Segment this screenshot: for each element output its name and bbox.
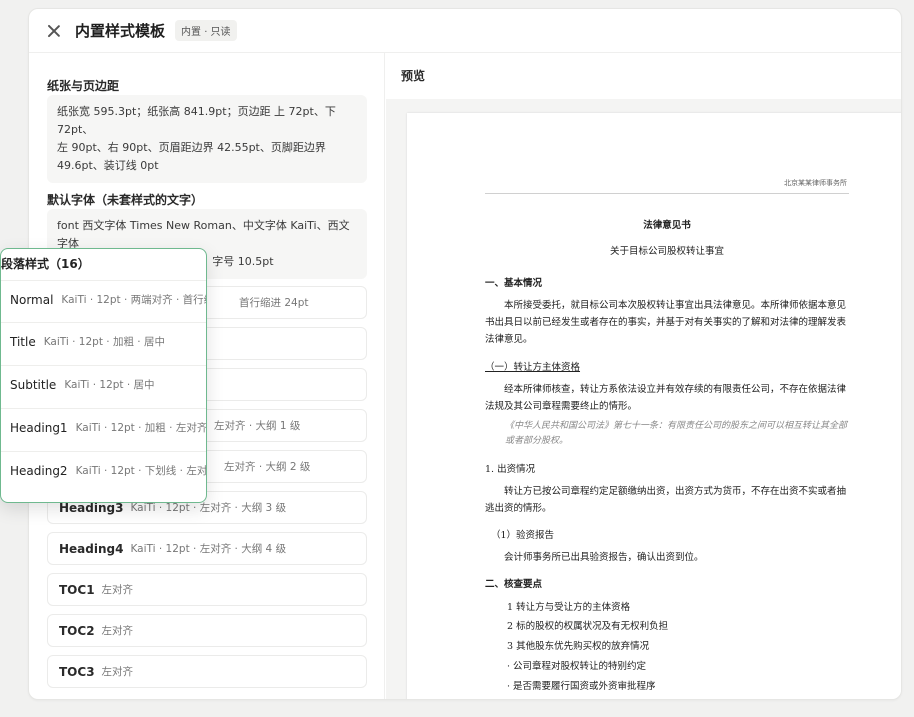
style-desc: 首行缩进 24pt <box>239 297 309 309</box>
doc-title: 法律意见书 <box>643 220 691 231</box>
style-desc: KaiTi · 12pt · 左对齐 · 大纲 4 级 <box>130 543 287 555</box>
popup-style-name: Normal <box>10 292 54 307</box>
style-desc: 左对齐 <box>101 666 134 678</box>
preview-page: 北京某某律师事务所 法律意见书 关于目标公司股权转让事宜 一、基本情况 本所接受… <box>407 113 901 699</box>
popup-style-desc: KaiTi · 12pt · 下划线 · 左对齐 <box>75 465 207 477</box>
section-heading-2: 二、核查要点 <box>485 579 543 590</box>
popup-style-heading2[interactable]: Heading2 KaiTi · 12pt · 下划线 · 左对齐 <box>1 451 207 489</box>
checklist-item: · 公司章程对股权转让的特别约定 <box>507 661 647 672</box>
checklist-item: 2 标的股权的权属状况及有无权利负担 <box>507 621 669 632</box>
dialog-header: 内置样式模板 内置 · 只读 <box>29 9 901 53</box>
dialog-title: 内置样式模板 <box>75 22 166 40</box>
popup-style-name: Heading2 <box>10 463 68 478</box>
subitem-paragraph: 会计师事务所已出具验资报告，确认出资到位。 <box>504 552 704 563</box>
checklist-item: 1 转让方与受让方的主体资格 <box>507 602 631 613</box>
style-row-toc1[interactable]: TOC1 左对齐 <box>47 573 367 606</box>
close-icon[interactable] <box>47 24 61 38</box>
popup-title: 段落样式（16） <box>1 257 90 271</box>
doc-subtitle: 关于目标公司股权转让事宜 <box>609 246 724 257</box>
paper-info-line: 左 90pt、右 90pt、页眉距边界 42.55pt、页脚距边界 <box>57 141 326 154</box>
paper-info-line: 49.6pt、装订线 0pt <box>57 159 159 172</box>
popup-style-desc: KaiTi · 12pt · 加粗 · 左对齐 <box>75 422 207 434</box>
default-font-section-title: 默认字体（未套样式的文字） <box>47 193 204 207</box>
style-row-toc2[interactable]: TOC2 左对齐 <box>47 614 367 647</box>
item-heading: 1. 出资情况 <box>485 464 536 475</box>
style-name: Heading4 <box>59 541 124 556</box>
style-name: TOC1 <box>59 582 95 597</box>
section-heading-1: 一、基本情况 <box>485 278 543 289</box>
paper-info-line: 纸张宽 595.3pt；纸张高 841.9pt；页边距 上 72pt、下 72p… <box>57 105 336 136</box>
subsection-paragraph: 经本所律师核查，转让方系依法设立并有效存续的有限责任公司，不存在依据法律法规及其… <box>485 384 847 412</box>
page-header-rule <box>485 193 849 194</box>
preview-label: 预览 <box>401 69 426 83</box>
checklist-item: 3 其他股东优先购买权的放弃情况 <box>507 641 650 652</box>
subsection-heading: （一）转让方主体资格 <box>485 362 581 373</box>
section-paragraph: 本所接受委托，就目标公司本次股权转让事宜出具法律意见。本所律师依据本意见书出具日… <box>485 300 847 345</box>
style-row-heading4[interactable]: Heading4 KaiTi · 12pt · 左对齐 · 大纲 4 级 <box>47 532 367 565</box>
paper-info-box: 纸张宽 595.3pt；纸张高 841.9pt；页边距 上 72pt、下 72p… <box>47 95 367 183</box>
readonly-badge: 内置 · 只读 <box>175 20 237 41</box>
subitem-heading: （1）验资报告 <box>491 530 555 541</box>
quote-block: 《中华人民共和国公司法》第七十一条：有限责任公司的股东之间可以相互转让其全部或者… <box>505 421 848 446</box>
popup-style-name: Subtitle <box>10 377 57 392</box>
popup-style-normal[interactable]: Normal KaiTi · 12pt · 两端对齐 · 首行缩 <box>1 280 207 318</box>
paragraph-styles-popup[interactable]: 段落样式（16） Normal KaiTi · 12pt · 两端对齐 · 首行缩… <box>0 248 207 503</box>
item-paragraph: 转让方已按公司章程约定足额缴纳出资，出资方式为货币，不存在出资不实或者抽逃出资的… <box>485 486 847 514</box>
style-desc: 左对齐 <box>101 625 134 637</box>
style-row-toc3[interactable]: TOC3 左对齐 <box>47 655 367 688</box>
style-desc: 左对齐 · 大纲 1 级 <box>214 420 301 432</box>
style-name: TOC3 <box>59 664 95 679</box>
style-desc: 左对齐 · 大纲 2 级 <box>224 461 311 473</box>
popup-style-desc: KaiTi · 12pt · 居中 <box>64 379 155 391</box>
popup-style-desc: KaiTi · 12pt · 加粗 · 居中 <box>43 336 165 348</box>
checklist-item: · 是否需要履行国资或外资审批程序 <box>507 681 656 692</box>
popup-style-name: Title <box>10 334 36 349</box>
preview-area[interactable]: 北京某某律师事务所 法律意见书 关于目标公司股权转让事宜 一、基本情况 本所接受… <box>386 99 901 699</box>
page-header-text: 北京某某律师事务所 <box>784 179 847 187</box>
popup-style-title[interactable]: Title KaiTi · 12pt · 加粗 · 居中 <box>1 322 206 360</box>
style-name: TOC2 <box>59 623 95 638</box>
style-desc: 左对齐 <box>101 584 134 596</box>
popup-style-heading1[interactable]: Heading1 KaiTi · 12pt · 加粗 · 左对齐 <box>1 408 207 446</box>
popup-style-subtitle[interactable]: Subtitle KaiTi · 12pt · 居中 <box>1 365 206 403</box>
popup-style-name: Heading1 <box>10 420 68 435</box>
popup-style-desc: KaiTi · 12pt · 两端对齐 · 首行缩 <box>61 294 207 306</box>
paper-section-title: 纸张与页边距 <box>47 79 120 93</box>
